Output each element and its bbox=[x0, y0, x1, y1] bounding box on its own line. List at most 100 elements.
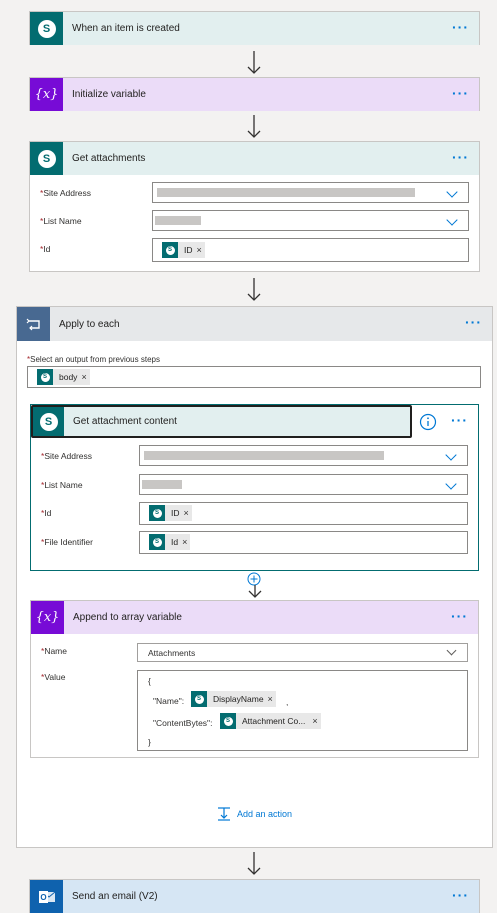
add-action-button[interactable]: Add an action bbox=[216, 806, 292, 822]
variable-name-value: Attachments bbox=[148, 648, 196, 658]
list-name-dropdown[interactable] bbox=[139, 474, 468, 495]
more-options-icon[interactable]: ··· bbox=[451, 609, 468, 623]
id-label: *Id bbox=[40, 244, 51, 254]
sharepoint-icon: S bbox=[37, 369, 53, 385]
file-identifier-input[interactable]: S Id × bbox=[139, 531, 468, 554]
id-row: *Id S ID × bbox=[41, 502, 468, 525]
redacted-value bbox=[157, 188, 415, 197]
site-address-dropdown[interactable] bbox=[139, 445, 468, 466]
get-attachment-content-card[interactable]: S Get attachment content ··· *Site Addre… bbox=[30, 404, 479, 571]
chevron-down-icon[interactable] bbox=[446, 214, 458, 226]
id-token[interactable]: S ID × bbox=[149, 505, 192, 521]
get-attachments-header[interactable]: S Get attachments ··· bbox=[30, 142, 479, 175]
loop-icon bbox=[17, 307, 50, 341]
get-attachments-title: Get attachments bbox=[72, 153, 146, 164]
arrow-down-icon bbox=[247, 852, 261, 875]
redacted-value bbox=[142, 480, 182, 489]
remove-token-icon[interactable]: × bbox=[81, 372, 86, 382]
sharepoint-icon: S bbox=[149, 534, 165, 550]
body-token[interactable]: S body × bbox=[37, 369, 90, 385]
remove-token-icon[interactable]: × bbox=[182, 537, 187, 547]
name-separator: , bbox=[286, 697, 289, 707]
sharepoint-icon: S bbox=[33, 407, 64, 436]
more-options-icon[interactable]: ··· bbox=[452, 150, 469, 164]
append-array-title: Append to array variable bbox=[73, 612, 182, 623]
info-icon[interactable] bbox=[419, 413, 437, 431]
chevron-down-icon[interactable] bbox=[445, 449, 457, 461]
variable-name-label: *Name bbox=[41, 646, 67, 656]
remove-token-icon[interactable]: × bbox=[312, 716, 317, 726]
apply-to-each-title: Apply to each bbox=[59, 318, 120, 330]
site-address-dropdown[interactable] bbox=[152, 182, 469, 203]
list-name-dropdown[interactable] bbox=[152, 210, 469, 231]
more-options-icon[interactable]: ··· bbox=[452, 86, 469, 100]
trigger-card[interactable]: S When an item is created ··· bbox=[29, 11, 480, 45]
display-name-token[interactable]: S DisplayName × bbox=[191, 691, 276, 707]
site-address-row: *Site Address bbox=[41, 445, 468, 467]
append-array-header[interactable]: {x} Append to array variable ··· bbox=[31, 601, 478, 634]
chevron-down-icon[interactable] bbox=[446, 645, 457, 656]
remove-token-icon[interactable]: × bbox=[268, 694, 273, 704]
get-attachments-card[interactable]: S Get attachments ··· *Site Address *Lis… bbox=[29, 141, 480, 272]
more-options-icon[interactable]: ··· bbox=[452, 20, 469, 34]
insert-step-icon[interactable] bbox=[247, 572, 261, 586]
site-address-row: *Site Address bbox=[40, 182, 469, 204]
send-email-header[interactable]: O Send an email (V2) ··· bbox=[30, 880, 479, 913]
sharepoint-icon: S bbox=[220, 713, 236, 729]
json-open-brace: { bbox=[148, 676, 151, 686]
variable-name-row: *Name Attachments bbox=[41, 643, 468, 663]
sharepoint-icon: S bbox=[162, 242, 178, 258]
variable-icon: {x} bbox=[31, 601, 64, 634]
variable-name-dropdown[interactable]: Attachments bbox=[137, 643, 468, 662]
file-identifier-row: *File Identifier S Id × bbox=[41, 531, 468, 554]
sharepoint-icon: S bbox=[191, 691, 207, 707]
id-label: *Id bbox=[41, 508, 52, 518]
remove-token-icon[interactable]: × bbox=[197, 245, 202, 255]
id-input[interactable]: S ID × bbox=[139, 502, 468, 525]
chevron-down-icon[interactable] bbox=[445, 478, 457, 490]
site-address-label: *Site Address bbox=[40, 188, 92, 198]
value-input[interactable]: { "Name": S DisplayName × , "ContentByte… bbox=[137, 670, 468, 751]
trigger-header[interactable]: S When an item is created ··· bbox=[30, 12, 479, 45]
more-options-icon[interactable]: ··· bbox=[452, 888, 469, 902]
list-name-row: *List Name bbox=[40, 210, 469, 232]
arrow-down-icon bbox=[247, 51, 261, 74]
remove-token-icon[interactable]: × bbox=[184, 508, 189, 518]
json-close-brace: } bbox=[148, 737, 151, 747]
svg-text:O: O bbox=[40, 893, 46, 902]
file-id-token[interactable]: S Id × bbox=[149, 534, 191, 550]
add-action-label: Add an action bbox=[237, 809, 293, 819]
list-name-row: *List Name bbox=[41, 474, 468, 496]
more-options-icon[interactable]: ··· bbox=[465, 315, 482, 329]
send-email-card[interactable]: O Send an email (V2) ··· bbox=[29, 879, 480, 913]
file-identifier-label: *File Identifier bbox=[41, 537, 93, 547]
more-options-icon[interactable]: ··· bbox=[451, 413, 468, 427]
append-array-card[interactable]: {x} Append to array variable ··· *Name A… bbox=[30, 600, 479, 758]
site-address-label: *Site Address bbox=[41, 451, 93, 461]
content-bytes-key: "ContentBytes": bbox=[153, 718, 213, 728]
init-variable-card[interactable]: {x} Initialize variable ··· bbox=[29, 77, 480, 111]
id-token[interactable]: S ID × bbox=[162, 242, 205, 258]
list-name-label: *List Name bbox=[41, 480, 83, 490]
value-row: *Value { "Name": S DisplayName × , "Cont… bbox=[41, 670, 468, 752]
sharepoint-icon: S bbox=[30, 12, 63, 45]
redacted-value bbox=[144, 451, 384, 460]
arrow-down-icon bbox=[247, 115, 261, 138]
init-variable-header[interactable]: {x} Initialize variable ··· bbox=[30, 78, 479, 111]
add-action-icon bbox=[218, 807, 230, 821]
id-row: *Id S ID × bbox=[40, 238, 469, 262]
attachment-content-token[interactable]: S Attachment Co... × bbox=[220, 713, 321, 729]
chevron-down-icon[interactable] bbox=[446, 186, 458, 198]
list-name-label: *List Name bbox=[40, 216, 82, 226]
variable-icon: {x} bbox=[30, 78, 63, 111]
get-attachment-content-header[interactable]: S Get attachment content bbox=[31, 405, 412, 438]
select-output-input[interactable]: S body × bbox=[27, 366, 481, 388]
arrow-down-icon bbox=[247, 278, 261, 301]
outlook-icon: O bbox=[30, 880, 63, 913]
apply-to-each-header[interactable]: Apply to each ··· bbox=[17, 307, 492, 341]
init-variable-title: Initialize variable bbox=[72, 89, 146, 100]
id-input[interactable]: S ID × bbox=[152, 238, 469, 262]
apply-to-each-card[interactable]: Apply to each ··· *Select an output from… bbox=[16, 306, 493, 848]
name-key: "Name": bbox=[153, 696, 185, 706]
get-attachment-content-title: Get attachment content bbox=[73, 416, 177, 427]
